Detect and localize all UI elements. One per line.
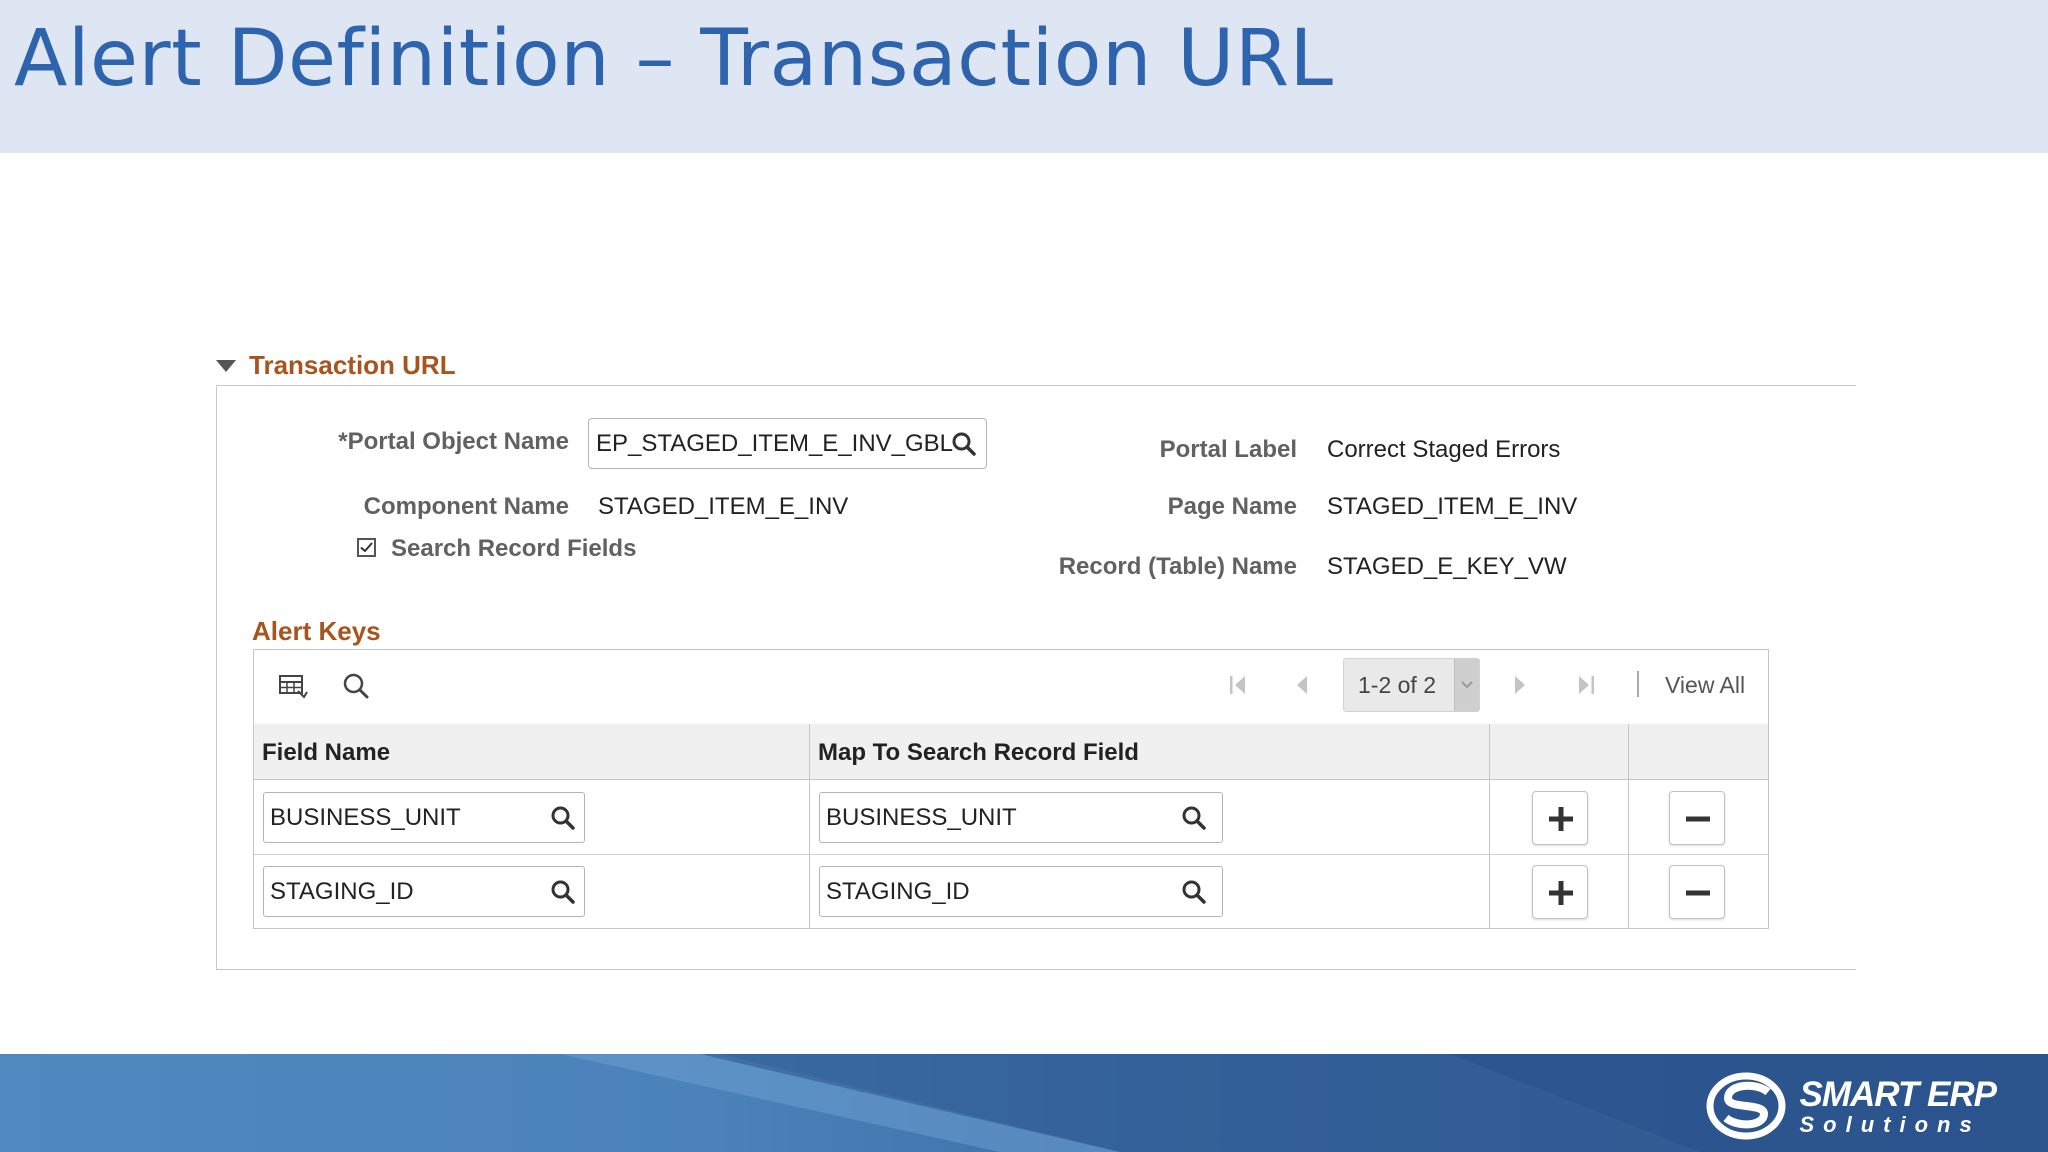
collapse-triangle-icon[interactable] — [216, 359, 236, 372]
field-name-value: BUSINESS_UNIT — [270, 804, 461, 831]
toolbar-separator — [1637, 671, 1639, 697]
search-record-fields-label: Search Record Fields — [391, 535, 637, 562]
search-icon[interactable] — [550, 879, 576, 905]
field-name-input[interactable]: BUSINESS_UNIT — [263, 792, 585, 843]
add-row-button[interactable] — [1532, 865, 1588, 919]
column-header-delete — [1629, 724, 1768, 780]
record-name-label: Record (Table) Name — [1058, 553, 1297, 580]
alert-keys-title: Alert Keys — [252, 616, 381, 646]
component-label: Component Name — [363, 493, 569, 520]
row-divider — [254, 854, 1768, 855]
column-divider — [809, 724, 810, 928]
logo-line1: SMART ERP — [1799, 1074, 1997, 1114]
portal-label-value: Correct Staged Errors — [1327, 436, 1561, 463]
chevron-down-icon — [1461, 681, 1473, 689]
delete-row-button[interactable] — [1669, 791, 1725, 845]
next-page-icon[interactable] — [1511, 672, 1529, 698]
delete-row-button[interactable] — [1669, 865, 1725, 919]
component-value: STAGED_ITEM_E_INV — [598, 493, 849, 520]
dropdown-toggle[interactable] — [1454, 659, 1479, 711]
search-record-fields-checkbox[interactable] — [357, 538, 376, 557]
section-title[interactable]: Transaction URL — [249, 350, 456, 381]
portal-object-label: *Portal Object Name — [338, 428, 569, 455]
smart-erp-logo: SMART ERP Solutions — [1706, 1070, 1997, 1142]
grid-toolbar: 1-2 of 2 View All — [254, 650, 1768, 725]
column-header-text: Map To Search Record Field — [818, 739, 1139, 766]
column-header-text: Field Name — [262, 739, 391, 766]
minus-icon — [1686, 816, 1710, 822]
minus-icon — [1686, 890, 1710, 896]
page-name-value: STAGED_ITEM_E_INV — [1327, 493, 1578, 520]
row-count-text: 1-2 of 2 — [1358, 672, 1436, 698]
view-all-link[interactable]: View All — [1665, 672, 1745, 699]
search-icon[interactable] — [951, 431, 977, 457]
section-header[interactable]: Transaction URL — [216, 350, 456, 381]
portal-object-input[interactable]: EP_STAGED_ITEM_E_INV_GBL — [588, 418, 987, 469]
add-row-button[interactable] — [1532, 791, 1588, 845]
search-icon[interactable] — [1181, 805, 1207, 831]
column-divider — [1489, 724, 1490, 928]
logo-line2: Solutions — [1799, 1111, 1981, 1137]
column-header-field-name: Field Name — [254, 724, 809, 780]
column-divider — [1628, 724, 1629, 928]
page-name-label: Page Name — [1167, 493, 1297, 520]
last-page-icon[interactable] — [1575, 672, 1597, 698]
title-band: Alert Definition – Transaction URL — [0, 0, 2048, 153]
row-count-dropdown[interactable]: 1-2 of 2 — [1343, 658, 1480, 712]
map-field-input[interactable]: BUSINESS_UNIT — [819, 792, 1223, 843]
smart-erp-logo-icon — [1706, 1072, 1785, 1140]
find-icon[interactable] — [342, 672, 370, 700]
map-field-value: STAGING_ID — [826, 878, 970, 905]
column-header-map-field: Map To Search Record Field — [810, 724, 1489, 780]
first-page-icon[interactable] — [1227, 672, 1249, 698]
plus-icon — [1549, 881, 1573, 905]
previous-page-icon[interactable] — [1293, 672, 1311, 698]
field-name-value: STAGING_ID — [270, 878, 414, 905]
search-icon[interactable] — [550, 805, 576, 831]
map-field-input[interactable]: STAGING_ID — [819, 866, 1223, 917]
field-name-input[interactable]: STAGING_ID — [263, 866, 585, 917]
footer-band: SMART ERP Solutions — [0, 1054, 2048, 1152]
search-icon[interactable] — [1181, 879, 1207, 905]
record-name-value: STAGED_E_KEY_VW — [1327, 553, 1567, 580]
plus-icon — [1549, 807, 1573, 831]
personalize-grid-icon[interactable] — [278, 674, 308, 700]
slide-title: Alert Definition – Transaction URL — [14, 14, 1334, 104]
map-field-value: BUSINESS_UNIT — [826, 804, 1017, 831]
alert-keys-grid: 1-2 of 2 View All Field Name Map To Sear… — [253, 649, 1769, 929]
portal-label-label: Portal Label — [1159, 436, 1297, 463]
check-icon — [360, 542, 373, 553]
portal-object-value: EP_STAGED_ITEM_E_INV_GBL — [596, 430, 954, 457]
column-header-add — [1490, 724, 1628, 780]
